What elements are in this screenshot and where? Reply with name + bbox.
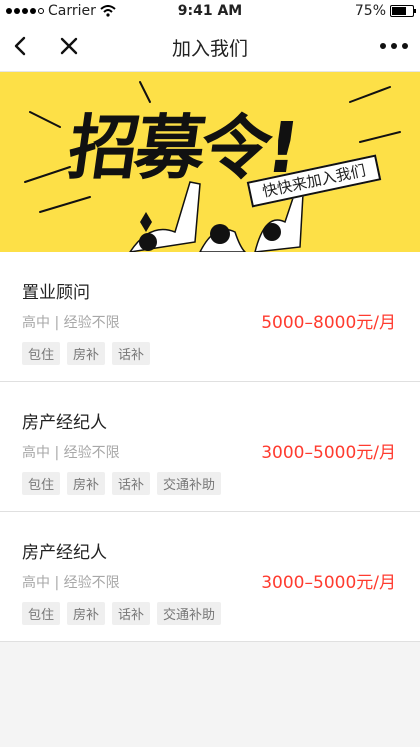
more-dots-icon[interactable]: [378, 36, 410, 56]
job-salary: 5000–8000元/月: [261, 313, 396, 333]
recruitment-banner: 招募令! 快快来加入我们: [0, 72, 420, 252]
job-tag: 话补: [112, 472, 151, 495]
job-tag: 包住: [22, 602, 61, 625]
navigation-bar: 加入我们: [0, 22, 420, 72]
job-item[interactable]: 房产经纪人 高中 | 经验不限 3000–5000元/月 包住 房补 话补 交通…: [0, 512, 420, 642]
battery-percent: 75%: [354, 3, 386, 19]
job-salary: 3000–5000元/月: [261, 443, 396, 463]
job-item[interactable]: 房产经纪人 高中 | 经验不限 3000–5000元/月 包住 房补 话补 交通…: [0, 382, 420, 512]
job-tag: 包住: [22, 472, 61, 495]
battery-icon: [390, 5, 416, 17]
job-title: 置业顾问: [22, 283, 90, 303]
job-item[interactable]: 置业顾问 高中 | 经验不限 5000–8000元/月 包住 房补 话补: [0, 252, 420, 382]
job-tag: 交通补助: [157, 602, 222, 625]
job-tag: 房补: [67, 602, 106, 625]
page-title: 加入我们: [171, 38, 248, 60]
battery-area: 75%: [354, 3, 416, 19]
job-tags: 包住 房补 话补 交通补助: [22, 472, 222, 495]
job-title: 房产经纪人: [22, 413, 107, 433]
job-tag: 话补: [112, 602, 151, 625]
job-tag: 话补: [112, 342, 151, 365]
job-tags: 包住 房补 话补 交通补助: [22, 602, 222, 625]
job-tag: 包住: [22, 342, 61, 365]
job-requirements: 高中 | 经验不限: [22, 445, 120, 461]
job-title: 房产经纪人: [22, 543, 107, 563]
status-bar: Carrier 9:41 AM 75%: [0, 0, 420, 22]
job-salary: 3000–5000元/月: [261, 573, 396, 593]
job-tag: 交通补助: [157, 472, 222, 495]
job-tag: 房补: [67, 342, 106, 365]
job-tag: 房补: [67, 472, 106, 495]
job-requirements: 高中 | 经验不限: [22, 315, 120, 331]
job-requirements: 高中 | 经验不限: [22, 575, 120, 591]
job-tags: 包住 房补 话补: [22, 342, 151, 365]
